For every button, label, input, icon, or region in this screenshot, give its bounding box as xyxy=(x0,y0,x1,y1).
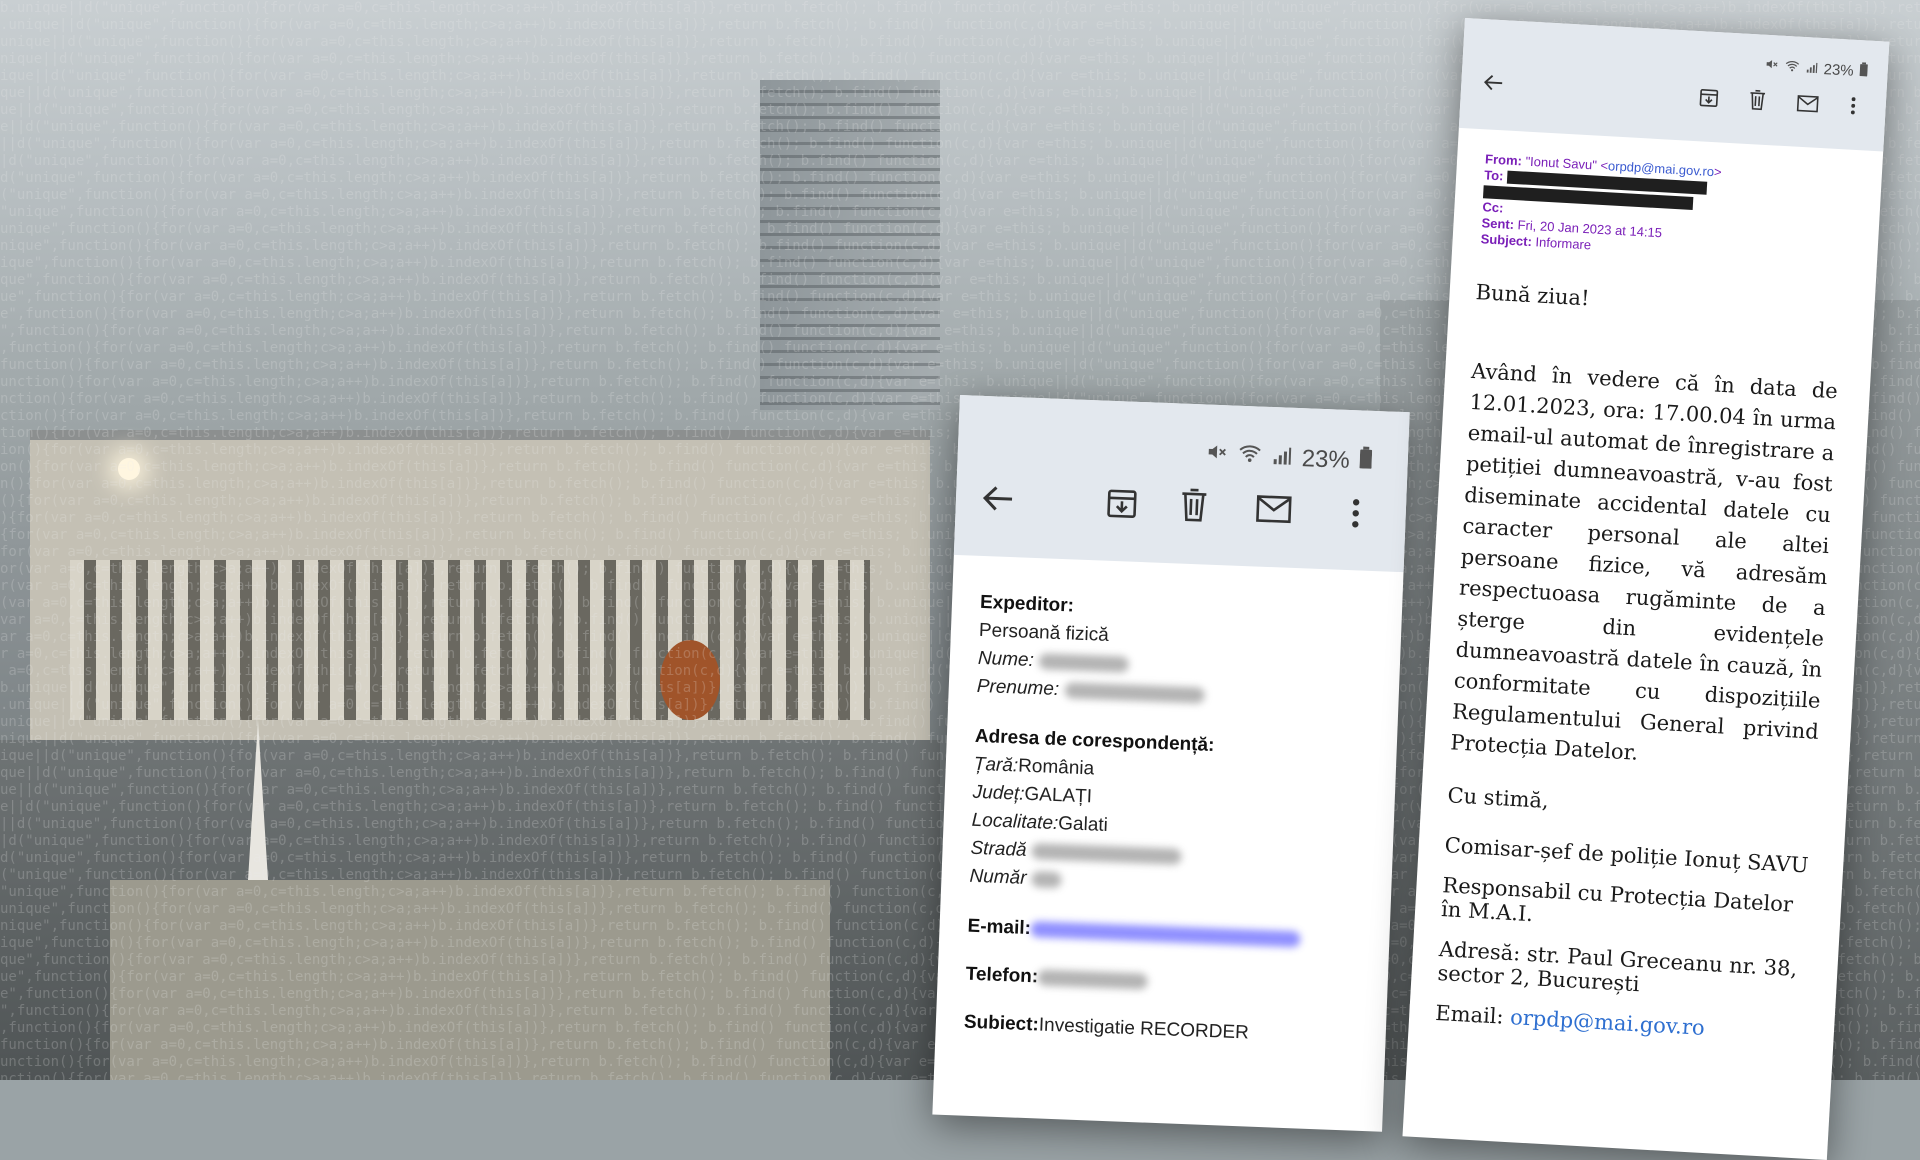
wifi-icon xyxy=(1237,442,1262,472)
redacted-nume xyxy=(1038,653,1130,673)
to-label: To: xyxy=(1483,167,1504,184)
battery-icon xyxy=(1859,62,1868,80)
phone-screenshot-email: 23% From: "Ionut Savu" <orpdp@mai.gov.ro… xyxy=(1402,18,1890,1160)
wifi-icon xyxy=(1784,58,1800,76)
body-paragraph: Având în vedere că în data de 12.01.2023… xyxy=(1449,358,1839,765)
telefon-label: Telefon: xyxy=(965,963,1039,988)
mail-icon[interactable] xyxy=(1255,494,1292,524)
signature-role: Responsabil cu Protecția Datelor în M.A.… xyxy=(1440,873,1794,927)
battery-percent: 23% xyxy=(1823,60,1855,80)
from-label: From: xyxy=(1484,151,1523,169)
email-body: Bună ziua! Având în vedere că în data de… xyxy=(1409,246,1877,1048)
subject-value: Informare xyxy=(1535,234,1592,253)
closing: Cu stimă, xyxy=(1446,783,1550,813)
prenume-label: Prenume: xyxy=(976,675,1060,701)
trash-icon[interactable] xyxy=(1748,89,1766,111)
archive-icon[interactable] xyxy=(1698,87,1719,108)
archive-icon[interactable] xyxy=(1105,487,1138,520)
battery-percent: 23% xyxy=(1301,444,1351,474)
subiect-value: Investigatie RECORDER xyxy=(1038,1014,1250,1044)
trash-icon[interactable] xyxy=(1179,488,1208,523)
tara-label: Țară: xyxy=(973,753,1019,777)
subiect-label: Subiect: xyxy=(963,1011,1040,1036)
redacted-strada xyxy=(1031,843,1183,865)
email-row: Email: orpdp@mai.gov.ro xyxy=(1435,1001,1803,1045)
mute-icon xyxy=(1764,57,1779,76)
nume-label: Nume: xyxy=(977,647,1035,672)
judet-value: GALAȚI xyxy=(1024,783,1093,808)
status-bar: 23% xyxy=(1205,440,1373,475)
email-label: Email: xyxy=(1434,1000,1505,1029)
email-label: E-mail: xyxy=(967,915,1032,940)
form-details: Expeditor: Persoană fizică Nume: Prenume… xyxy=(936,555,1404,1050)
address: Adresă: str. Paul Greceanu nr. 38, secto… xyxy=(1436,937,1798,997)
redacted-telefon xyxy=(1037,969,1149,990)
cc-label: Cc: xyxy=(1482,199,1504,216)
sent-label: Sent: xyxy=(1481,215,1515,233)
redacted-numar xyxy=(1031,871,1063,889)
battery-icon xyxy=(1359,446,1373,475)
redacted-email xyxy=(1030,921,1302,948)
redacted-prenume xyxy=(1064,682,1205,704)
signal-icon xyxy=(1271,444,1292,473)
strada-label: Stradă xyxy=(970,837,1027,861)
signal-icon xyxy=(1805,60,1818,78)
numar-label: Număr xyxy=(969,865,1027,889)
judet-label: Județ: xyxy=(972,781,1025,805)
email-header: From: "Ionut Savu" <orpdp@mai.gov.ro> To… xyxy=(1452,128,1883,270)
tara-value: România xyxy=(1017,755,1095,780)
subject-label: Subject: xyxy=(1480,231,1533,250)
back-arrow-icon[interactable] xyxy=(1483,73,1504,92)
from-end: > xyxy=(1713,164,1723,180)
greeting: Bună ziua! xyxy=(1475,280,1591,311)
mute-icon xyxy=(1205,440,1228,470)
more-vert-icon[interactable] xyxy=(1351,498,1360,528)
back-arrow-icon[interactable] xyxy=(982,484,1015,513)
app-header: 23% xyxy=(953,395,1410,573)
email-link[interactable]: orpdp@mai.gov.ro xyxy=(1510,1005,1706,1040)
signature-name: Comisar-șef de poliție Ionuț SAVU xyxy=(1444,833,1810,878)
phone-screenshot-form: 23% Expeditor: Persoană fizică Nume: Pre… xyxy=(932,395,1410,1132)
status-bar: 23% xyxy=(1764,57,1868,81)
localitate-label: Localitate: xyxy=(971,809,1059,835)
more-vert-icon[interactable] xyxy=(1850,97,1856,115)
mail-icon[interactable] xyxy=(1796,95,1819,113)
localitate-value: Galati xyxy=(1057,813,1109,836)
